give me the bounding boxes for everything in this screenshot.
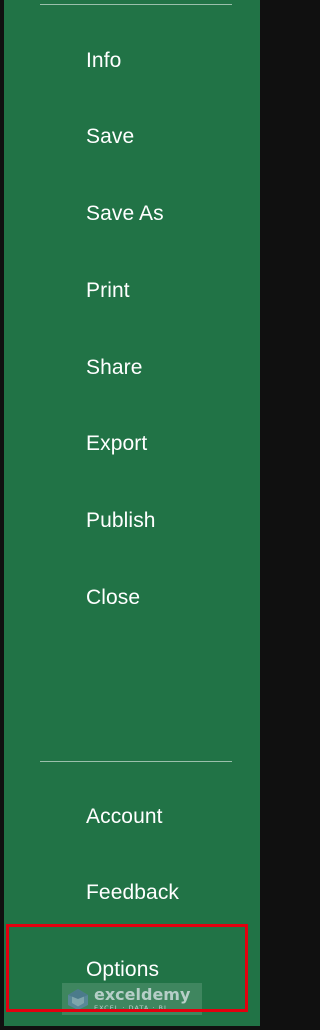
exceldemy-watermark: exceldemy EXCEL · DATA · BI xyxy=(62,983,202,1015)
file-backstage-menu: Info Save Save As Print Share Export Pub… xyxy=(4,0,260,1026)
menu-item-label: Options xyxy=(86,957,160,981)
watermark-name: exceldemy xyxy=(94,984,191,1004)
menu-item-save-as[interactable]: Save As xyxy=(4,186,260,240)
menu-divider-bottom xyxy=(40,761,232,762)
menu-divider-top xyxy=(40,4,232,5)
menu-item-label: Save As xyxy=(86,201,164,225)
menu-item-save[interactable]: Save xyxy=(4,109,260,163)
exceldemy-logo-icon xyxy=(68,989,88,1010)
menu-item-export[interactable]: Export xyxy=(4,416,260,470)
menu-item-info[interactable]: Info xyxy=(4,33,260,87)
menu-item-close[interactable]: Close xyxy=(4,570,260,624)
menu-item-label: Export xyxy=(86,431,148,455)
menu-item-label: Publish xyxy=(86,508,156,532)
menu-item-label: Account xyxy=(86,804,163,828)
menu-item-label: Feedback xyxy=(86,880,180,904)
menu-item-account[interactable]: Account xyxy=(4,789,260,843)
menu-item-publish[interactable]: Publish xyxy=(4,493,260,547)
menu-item-share[interactable]: Share xyxy=(4,340,260,394)
menu-item-print[interactable]: Print xyxy=(4,263,260,317)
watermark-tagline: EXCEL · DATA · BI xyxy=(94,1003,167,1012)
menu-item-feedback[interactable]: Feedback xyxy=(4,865,260,919)
menu-item-label: Print xyxy=(86,278,130,302)
menu-item-label: Info xyxy=(86,48,122,72)
menu-item-label: Save xyxy=(86,124,135,148)
menu-item-label: Share xyxy=(86,355,143,379)
menu-item-label: Close xyxy=(86,585,141,609)
